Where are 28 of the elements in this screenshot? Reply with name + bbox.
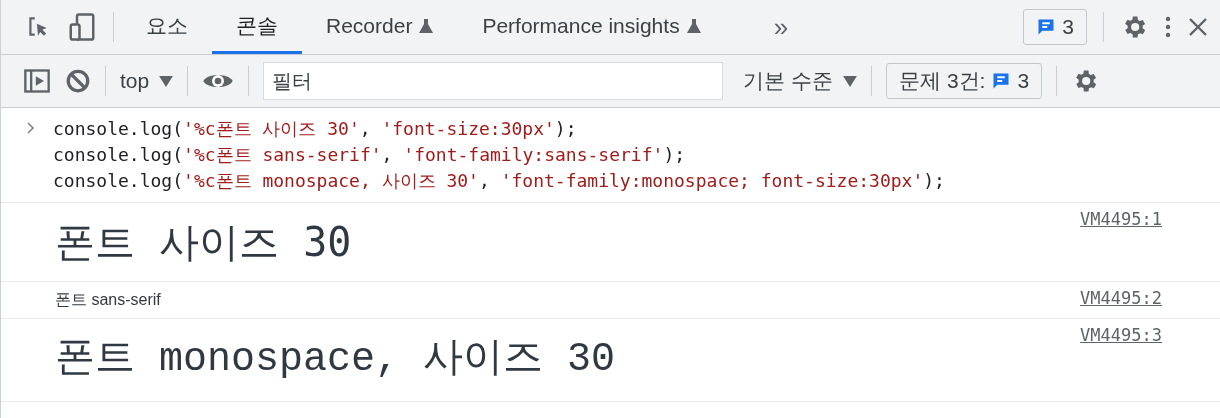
tab[interactable]: Recorder — [302, 0, 459, 54]
source-link[interactable]: VM4495:3 — [1080, 325, 1162, 345]
caret-icon — [159, 75, 174, 87]
code-line: console.log('%c폰트 monospace, 사이즈 30', 'font-family:monospace; font-size:30px'); — [53, 169, 945, 193]
issues-button[interactable]: 문제 3건: 3 — [886, 63, 1043, 99]
source-link[interactable]: VM4495:2 — [1080, 288, 1162, 308]
tab[interactable]: 요소 — [122, 0, 212, 54]
log-message: 폰트 sans-serif — [55, 290, 161, 310]
sidebar-toggle-icon[interactable] — [23, 67, 51, 95]
filter-field[interactable]: 필터 — [263, 62, 724, 100]
issues-button[interactable]: 3 — [1023, 9, 1087, 45]
menu-icon[interactable] — [1164, 15, 1172, 39]
message-icon — [991, 71, 1012, 91]
chevron-icon — [27, 122, 35, 134]
close-icon[interactable] — [1188, 17, 1208, 37]
more-tabs[interactable]: » — [773, 11, 789, 43]
clear-icon[interactable] — [65, 68, 91, 94]
context-dropdown[interactable]: top — [120, 69, 174, 93]
caret-icon — [843, 75, 858, 87]
code-line: console.log('%c폰트 사이즈 30', 'font-size:30px'); — [53, 117, 578, 141]
tab[interactable]: Performance insights — [458, 0, 726, 54]
code-line: console.log('%c폰트 sans-serif', 'font-family:sans-serif'); — [53, 143, 687, 167]
source-link[interactable]: VM4495:1 — [1080, 209, 1162, 229]
log-message: 폰트 monospace, 사이즈 30 — [55, 336, 616, 384]
levels-dropdown[interactable]: 기본 수준 — [743, 67, 858, 95]
message-icon — [1036, 17, 1057, 37]
log-message: 폰트 사이즈 30 — [55, 218, 352, 267]
device-icon[interactable] — [67, 12, 97, 42]
